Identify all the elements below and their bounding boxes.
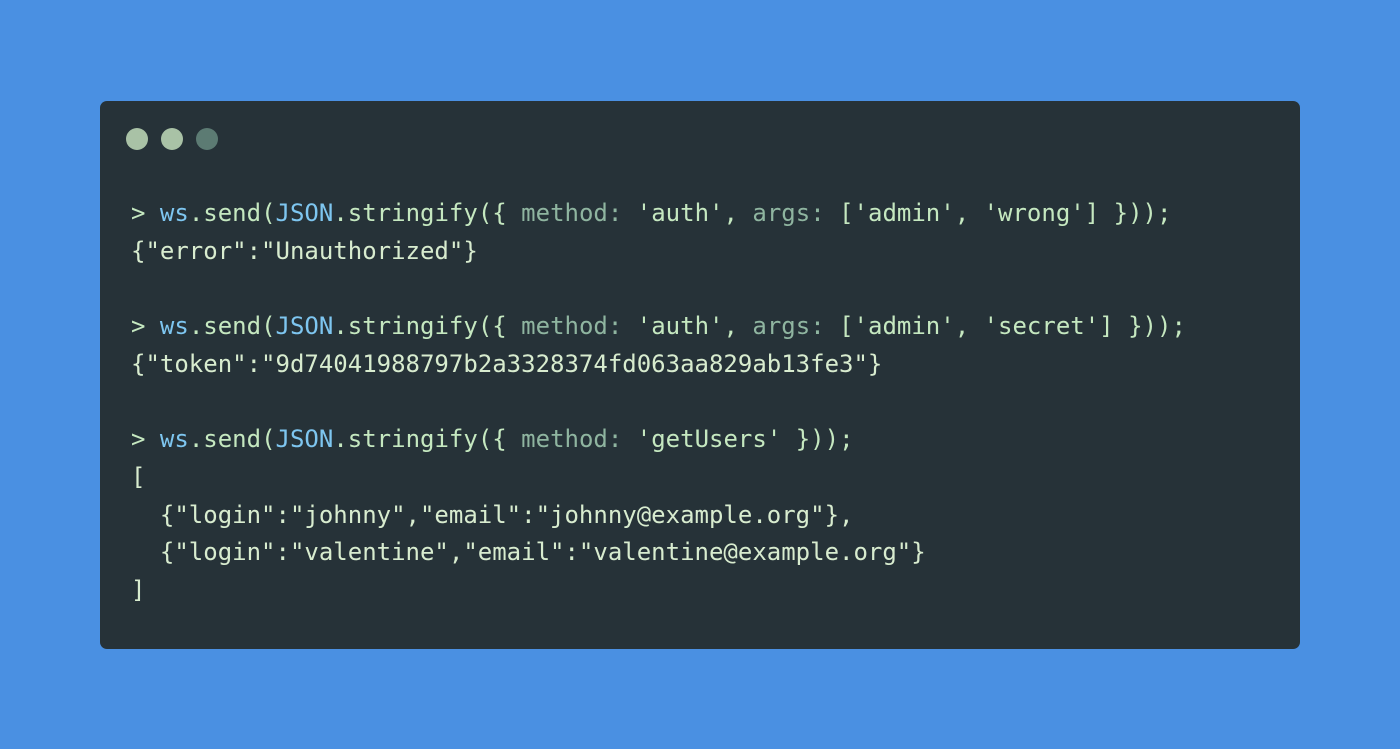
prompt-symbol: > [131, 312, 146, 341]
code-method: send( [203, 312, 276, 341]
output-line: ] [131, 572, 1186, 610]
code-punctuation: })); [781, 425, 854, 454]
code-identifier: ws [159, 312, 189, 341]
code-punctuation: ({ [477, 312, 522, 341]
code-key: args: [752, 199, 825, 227]
code-punctuation: })); [1113, 312, 1186, 341]
code-key: method: [521, 199, 623, 227]
code-punctuation: , [723, 199, 753, 227]
code-string: 'auth' [636, 312, 724, 341]
code-identifier: JSON [275, 425, 334, 454]
output-text: {"login":"johnny","email":"johnny@exampl… [131, 500, 854, 529]
code-method: send( [203, 425, 276, 454]
code-identifier: ws [159, 199, 189, 227]
code-punctuation: , [723, 312, 753, 341]
code-function: stringify [347, 312, 478, 341]
prompt-symbol: > [131, 199, 146, 227]
code-string: 'auth' [636, 199, 724, 227]
command-line: > ws.send(JSON.stringify({ method: 'auth… [131, 199, 1172, 227]
window-dot-maximize[interactable] [196, 128, 218, 150]
code-string: ['admin', 'secret'] [839, 312, 1114, 341]
code-punctuation: })); [1099, 199, 1172, 227]
code-key: args: [752, 312, 825, 341]
code-method: send( [203, 199, 276, 227]
output-line: [ [131, 459, 1186, 497]
output-text: {"error":"Unauthorized"} [131, 236, 478, 265]
prompt-symbol: > [131, 425, 146, 454]
code-key: method: [521, 312, 623, 341]
window-dot-close[interactable] [126, 128, 148, 150]
page-background: { "colors": { "background": "#4a90e2", "… [0, 0, 1400, 749]
code-identifier: ws [159, 425, 189, 454]
window-dot-minimize[interactable] [161, 128, 183, 150]
code-key: method: [521, 425, 623, 454]
code-identifier: JSON [275, 199, 334, 227]
output-line: {"login":"johnny","email":"johnny@exampl… [131, 497, 1186, 535]
output-text: ] [131, 575, 146, 604]
code-string: 'getUsers' [636, 425, 782, 454]
output-line: {"error":"Unauthorized"} [131, 233, 1186, 271]
terminal-output: > ws.send(JSON.stringify({ method: 'auth… [131, 195, 1186, 610]
output-text: {"token":"9d74041988797b2a3328374fd063aa… [131, 349, 883, 378]
output-text: {"login":"valentine","email":"valentine@… [131, 538, 926, 567]
window-controls [126, 128, 218, 150]
output-text: [ [131, 462, 146, 491]
output-line: {"token":"9d74041988797b2a3328374fd063aa… [131, 346, 1186, 384]
command-line: > ws.send(JSON.stringify({ method: 'auth… [131, 312, 1186, 341]
command-line: > ws.send(JSON.stringify({ method: 'getU… [131, 425, 854, 454]
code-punctuation: ({ [477, 425, 522, 454]
code-string: ['admin', 'wrong'] [839, 199, 1100, 227]
code-punctuation: ({ [477, 199, 522, 227]
code-function: stringify [347, 425, 478, 454]
code-identifier: JSON [275, 312, 334, 341]
code-function: stringify [347, 199, 478, 227]
output-line: {"login":"valentine","email":"valentine@… [131, 534, 1186, 572]
terminal-window: > ws.send(JSON.stringify({ method: 'auth… [100, 101, 1300, 649]
